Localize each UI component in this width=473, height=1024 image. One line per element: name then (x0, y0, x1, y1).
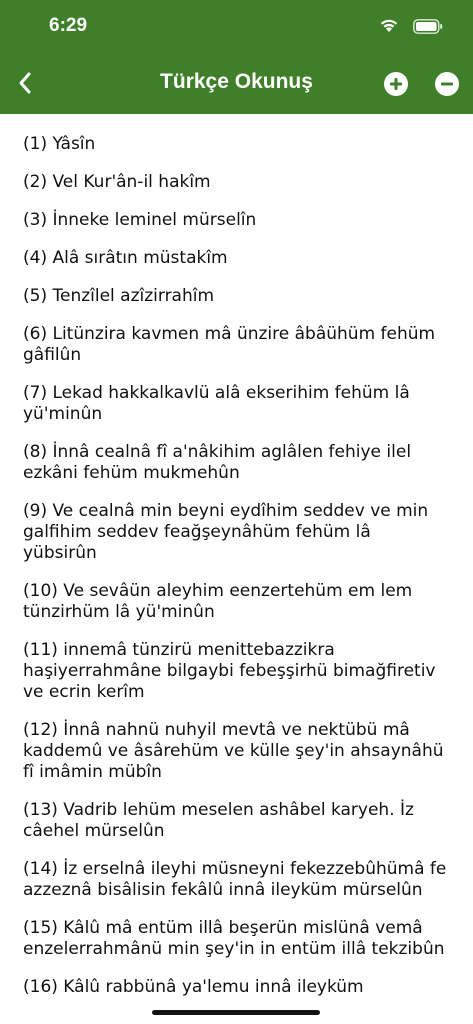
verse-list: (1) Yâsîn (2) Vel Kur'ân-il hakîm (3) İn… (0, 114, 473, 998)
verse-item: (14) İz erselnâ ileyhi müsneyni fekezzeb… (23, 859, 447, 900)
battery-icon (413, 19, 443, 34)
verse-item: (1) Yâsîn (23, 134, 96, 154)
verse-item: (7) Lekad hakkalkavlü alâ ekserihim fehü… (23, 383, 410, 424)
home-indicator[interactable] (152, 1010, 320, 1015)
verse-item: (6) Litünzira kavmen mâ ünzire âbâühüm f… (23, 324, 436, 365)
minus-circle-icon (435, 72, 459, 96)
verse-scroll-area[interactable]: (1) Yâsîn (2) Vel Kur'ân-il hakîm (3) İn… (0, 114, 473, 1024)
verse-item: (16) Kâlû rabbünâ ya'lemu innâ ileyküm (23, 977, 364, 997)
verse-item: (12) İnnâ nahnü nuhyil mevtâ ve nektübü … (23, 720, 444, 782)
status-bar: 6:29 (0, 0, 473, 56)
verse-item: (5) Tenzîlel azîzirrahîm (23, 286, 215, 306)
top-bar: 6:29 Türkçe Okunuş (0, 0, 473, 114)
status-time: 6:29 (49, 15, 88, 36)
verse-item: (3) İnneke leminel mürselîn (23, 210, 257, 230)
wifi-icon (380, 19, 398, 32)
verse-item: (15) Kâlû mâ entüm illâ beşerün mislünâ … (23, 918, 445, 959)
verse-item: (8) İnnâ cealnâ fî a'nâkihim aglâlen feh… (23, 442, 412, 483)
plus-circle-icon (384, 72, 408, 96)
verse-item: (13) Vadrib lehüm meselen ashâbel karyeh… (23, 800, 414, 841)
navigation-bar: Türkçe Okunuş (0, 56, 473, 114)
verse-item: (2) Vel Kur'ân-il hakîm (23, 172, 211, 192)
verse-item: (10) Ve sevâün aleyhim eenzertehüm em le… (23, 581, 413, 622)
verse-item: (11) innemâ tünzirü menittebazzikra haşi… (23, 640, 436, 702)
zoom-out-button[interactable] (434, 71, 460, 97)
zoom-in-button[interactable] (383, 71, 409, 97)
verse-item: (9) Ve cealnâ min beyni eydîhim seddev v… (23, 501, 429, 563)
verse-item: (4) Alâ sırâtın müstakîm (23, 248, 228, 268)
